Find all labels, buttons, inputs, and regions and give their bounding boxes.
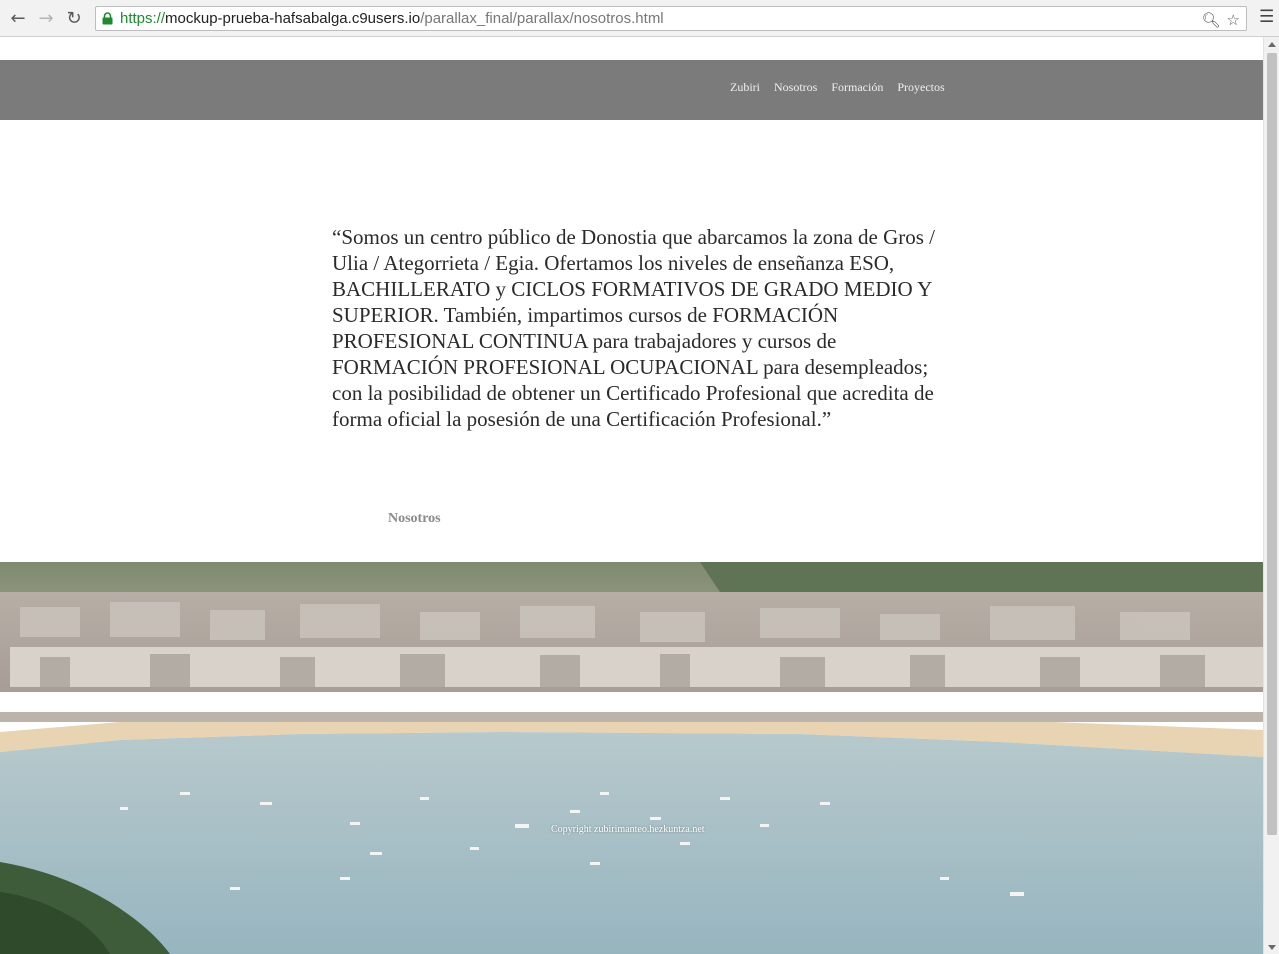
site-navbar: Zubiri Nosotros Formación Proyectos	[0, 60, 1263, 120]
scroll-down-arrow-icon[interactable]	[1268, 945, 1276, 950]
url-path: /parallax_final/parallax/nosotros.html	[420, 10, 664, 27]
page-viewport: Zubiri Nosotros Formación Proyectos “Som…	[0, 37, 1263, 954]
browser-menu-icon[interactable]: ☰	[1259, 7, 1274, 29]
browser-toolbar: ← → ↻ https://mockup-prueba-hafsabalga.c…	[0, 0, 1279, 37]
bookmark-star-icon[interactable]: ☆	[1227, 9, 1240, 32]
nav-link-proyectos[interactable]: Proyectos	[897, 80, 944, 95]
reload-icon[interactable]: ↻	[62, 6, 86, 30]
section-label: Nosotros	[388, 511, 441, 526]
nav-link-nosotros[interactable]: Nosotros	[774, 80, 817, 95]
scroll-up-arrow-icon[interactable]	[1268, 42, 1276, 47]
nav-link-zubiri[interactable]: Zubiri	[730, 80, 760, 95]
nav-menu: Zubiri Nosotros Formación Proyectos	[730, 80, 945, 95]
nav-link-formacion[interactable]: Formación	[831, 80, 883, 95]
back-arrow-icon[interactable]: ←	[6, 6, 30, 30]
copyright-text: Copyright zubirimanteo.hezkuntza.net	[551, 824, 705, 835]
scrollbar-thumb[interactable]	[1267, 53, 1277, 835]
scrollbar[interactable]	[1263, 37, 1279, 954]
url-scheme: https://	[120, 10, 166, 27]
forward-arrow-icon[interactable]: →	[34, 6, 58, 30]
zoom-icon[interactable]: 🔍︎	[1202, 9, 1221, 32]
lock-icon	[102, 12, 113, 25]
url-host: mockup-prueba-hafsabalga.c9users.io	[165, 10, 421, 27]
url-text: https://mockup-prueba-hafsabalga.c9users…	[120, 7, 664, 30]
parallax-bay-image	[0, 562, 1263, 954]
about-quote: “Somos un centro público de Donostia que…	[332, 225, 936, 431]
address-bar[interactable]: https://mockup-prueba-hafsabalga.c9users…	[95, 6, 1247, 31]
